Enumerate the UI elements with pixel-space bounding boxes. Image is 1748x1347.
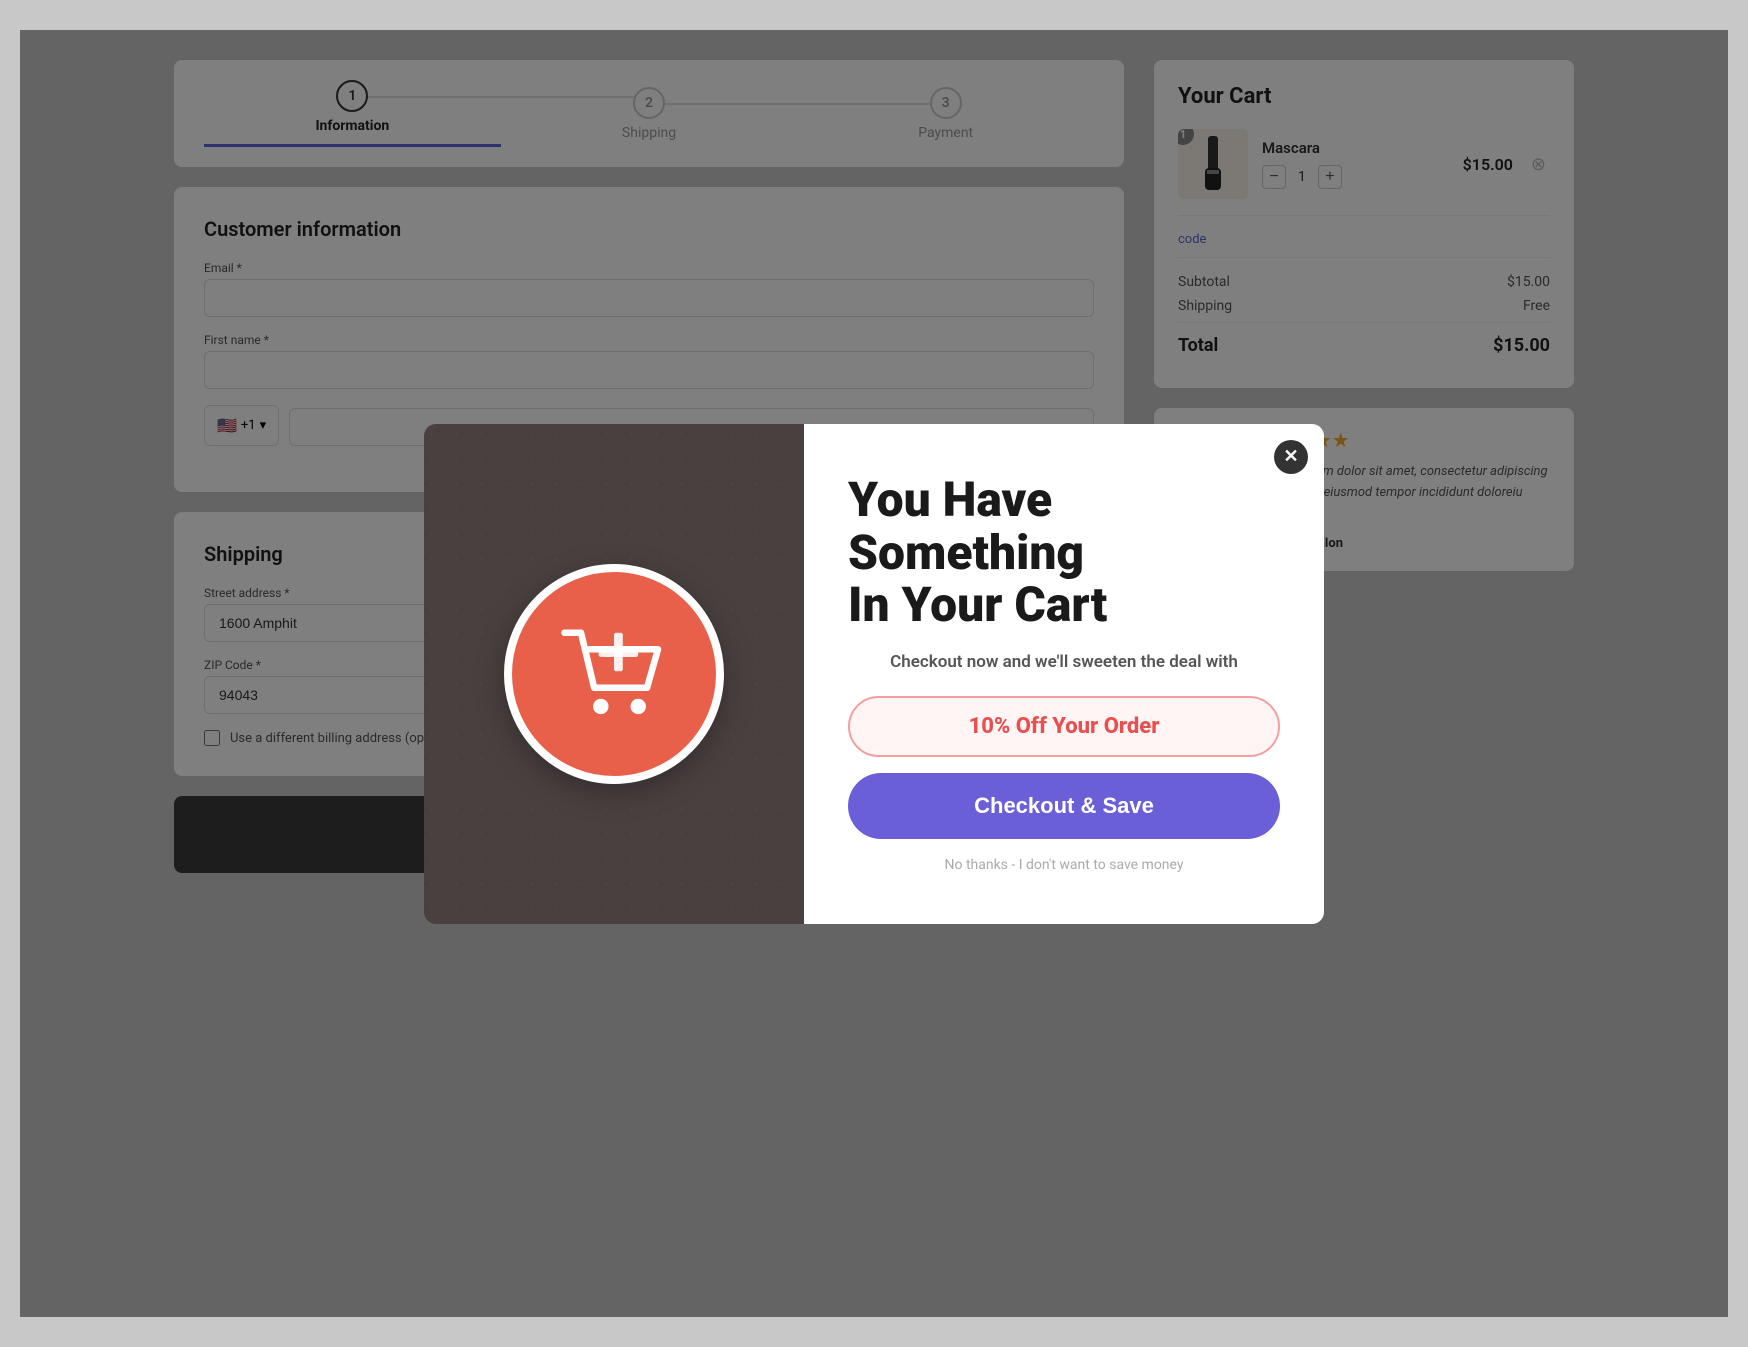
modal-close-button[interactable]: ✕: [1274, 440, 1308, 474]
modal-left-panel: [424, 424, 804, 924]
headline-line1: You Have: [848, 471, 1052, 528]
modal-headline: You Have Something In Your Cart: [848, 474, 1280, 632]
no-thanks-link[interactable]: No thanks - I don't want to save money: [848, 857, 1280, 873]
modal-overlay: ✕ You Have Something In Your Cart Checko…: [20, 30, 1728, 1317]
modal: ✕ You Have Something In Your Cart Checko…: [424, 424, 1324, 924]
modal-right-panel: ✕ You Have Something In Your Cart Checko…: [804, 424, 1324, 924]
cart-icon: [559, 619, 669, 729]
headline-line2: Something: [848, 524, 1084, 581]
modal-subtext: Checkout now and we'll sweeten the deal …: [848, 652, 1280, 672]
cart-circle: [504, 564, 724, 784]
headline-line3: In Your Cart: [848, 576, 1107, 633]
checkout-save-button[interactable]: Checkout & Save: [848, 773, 1280, 839]
page-wrapper: 1 Information 2 Shipping 3 Payment Custo…: [20, 30, 1728, 1317]
discount-offer: 10% Off Your Order: [848, 696, 1280, 757]
